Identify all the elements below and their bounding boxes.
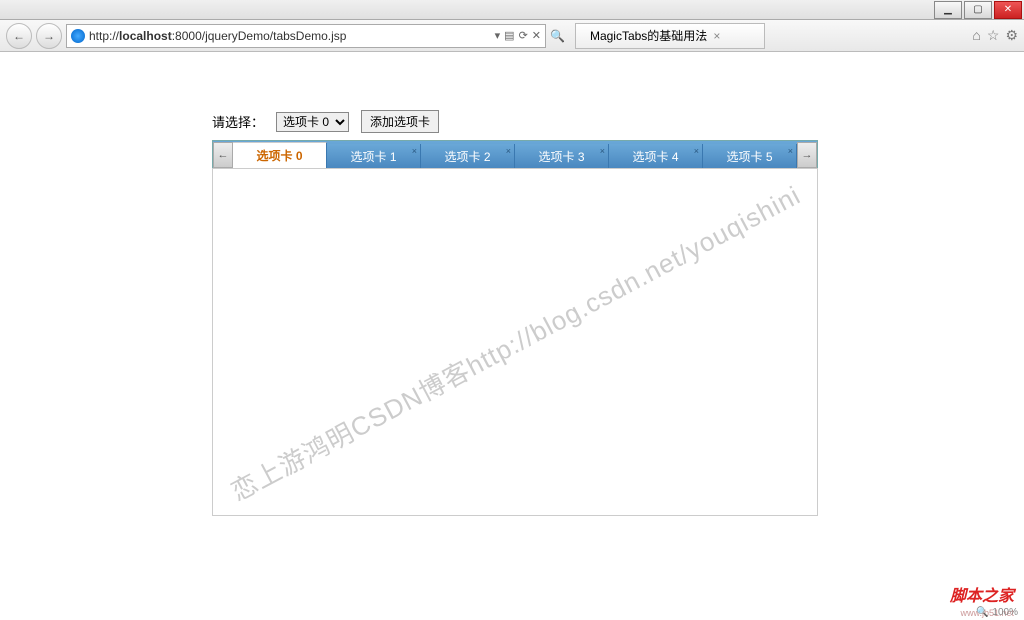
back-button[interactable]: ← [6,23,32,49]
content-area: 请选择： 选项卡 0 添加选项卡 ← 选项卡 0选项卡 1×选项卡 2×选项卡 … [0,52,1024,620]
tab-label: 选项卡 3 [538,148,584,165]
close-button[interactable]: ✕ [994,1,1022,19]
tab-label: 选项卡 2 [444,148,490,165]
tab-item-3[interactable]: 选项卡 3 × [515,144,609,168]
refresh-icon[interactable]: ⟳ [519,29,528,42]
forward-button[interactable]: → [36,23,62,49]
zoom-icon[interactable]: 🔍 [976,607,988,618]
tab-close-icon[interactable]: × [694,146,699,156]
tab-item-2[interactable]: 选项卡 2 × [421,144,515,168]
tab-item-5[interactable]: 选项卡 5 × [703,144,797,168]
tab-title: MagicTabs的基础用法 [590,27,707,44]
status-bar: 🔍 100% [976,607,1018,618]
tab-item-0[interactable]: 选项卡 0 [233,142,327,168]
tab-label: 选项卡 1 [350,148,396,165]
scroll-right-button[interactable]: → [797,142,817,168]
favorites-icon[interactable]: ☆ [987,27,1000,44]
site-logo: 脚本之家 [950,582,1014,606]
url-prefix: http:// [89,29,119,43]
toolbar-right-icons: ⌂ ☆ ⚙ [972,27,1018,44]
compat-icon[interactable]: ▤ [504,29,514,42]
minimize-button[interactable]: ▁ [934,1,962,19]
tools-icon[interactable]: ⚙ [1005,27,1018,44]
url-dropdown-icon[interactable]: ▾ [495,29,501,42]
url-rest: :8000/jqueryDemo/tabsDemo.jsp [172,29,347,43]
address-bar[interactable]: http://localhost:8000/jqueryDemo/tabsDem… [66,24,546,48]
page-body: 请选择： 选项卡 0 添加选项卡 ← 选项卡 0选项卡 1×选项卡 2×选项卡 … [0,52,1024,620]
tab-item-1[interactable]: 选项卡 1 × [327,144,421,168]
select-label: 请选择： [212,112,264,131]
search-icon[interactable]: 🔍 [550,29,565,43]
tab-close-icon[interactable]: × [788,146,793,156]
ie-icon [71,29,85,43]
tab-select[interactable]: 选项卡 0 [276,112,349,132]
add-tab-button[interactable]: 添加选项卡 [361,110,439,133]
tab-strip: ← 选项卡 0 选项卡 1 × 选项卡 2 × 选项卡 3 × 选项卡 4 × 选项卡 5 × → [212,140,818,168]
tab-close-icon[interactable]: × [600,146,605,156]
tab-close-icon[interactable]: × [412,146,417,156]
watermark-text: 恋上游鸿明CSDN博客http://blog.csdn.net/youqishi… [224,175,807,508]
tab-close-icon[interactable]: × [506,146,511,156]
control-row: 请选择： 选项卡 0 添加选项卡 [212,110,439,133]
tabs-widget: ← 选项卡 0选项卡 1×选项卡 2×选项卡 3×选项卡 4×选项卡 5× → … [212,140,818,516]
stop-icon[interactable]: ✕ [532,29,541,42]
tab-close-icon[interactable]: × [713,29,720,43]
window-titlebar: ▁ ▢ ✕ [0,0,1024,20]
browser-toolbar: ← → http://localhost:8000/jqueryDemo/tab… [0,20,1024,52]
scroll-left-button[interactable]: ← [213,142,233,168]
maximize-button[interactable]: ▢ [964,1,992,19]
tab-label: 选项卡 4 [632,148,678,165]
tab-label: 选项卡 0 [256,147,302,164]
url-host: localhost [119,29,172,43]
browser-tab[interactable]: MagicTabs的基础用法 × [575,23,765,49]
tab-item-4[interactable]: 选项卡 4 × [609,144,703,168]
tab-label: 选项卡 5 [726,148,772,165]
zoom-level[interactable]: 100% [992,607,1018,618]
tab-content-panel: 恋上游鸿明CSDN博客http://blog.csdn.net/youqishi… [212,168,818,516]
home-icon[interactable]: ⌂ [972,27,980,44]
